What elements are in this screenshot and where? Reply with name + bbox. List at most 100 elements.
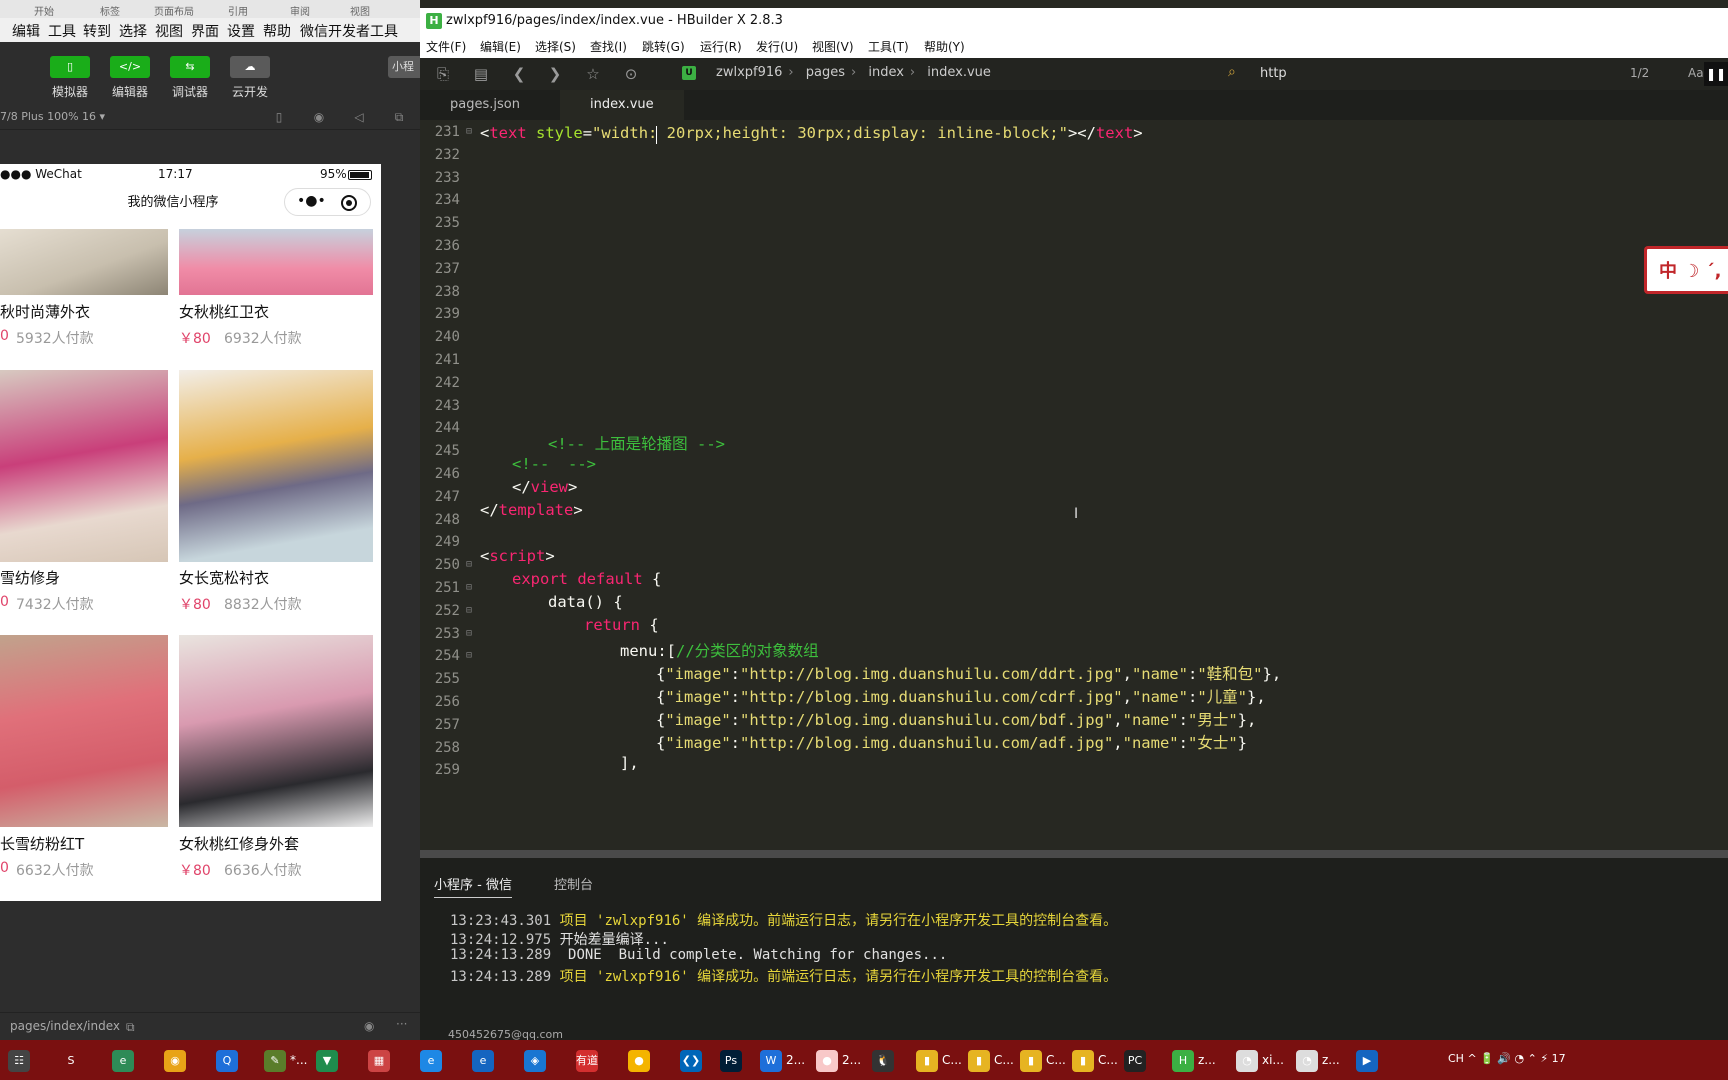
phone-icon[interactable]: ▯ xyxy=(272,110,286,124)
more-icon[interactable]: •●• xyxy=(297,193,326,209)
taskbar-app-button[interactable]: ❮❯ xyxy=(680,1046,706,1074)
ribbon-tab[interactable]: 标签 xyxy=(100,3,120,18)
breadcrumb-project[interactable]: zwlxpf916 xyxy=(716,65,782,80)
product-image[interactable] xyxy=(0,370,168,562)
menu-item-edit[interactable]: 编辑 xyxy=(12,21,40,41)
menu-item-goto[interactable]: 跳转(G) xyxy=(642,38,685,55)
taskbar-app-button[interactable]: ▼ xyxy=(316,1046,342,1074)
code-line[interactable]: </template> xyxy=(480,501,583,519)
code-line[interactable]: menu:[//分类区的对象数组 xyxy=(620,639,819,661)
debugger-tool[interactable]: ⇆ 调试器 xyxy=(160,56,220,102)
code-line[interactable]: <text style="width: 20rpx;height: 30rpx;… xyxy=(480,124,1143,142)
eye-icon[interactable]: ◉ xyxy=(364,1019,374,1033)
breadcrumb-folder[interactable]: index xyxy=(868,65,904,80)
taskbar-app-button[interactable]: e xyxy=(420,1046,446,1074)
match-case-toggle[interactable]: Aa xyxy=(1688,66,1704,80)
fold-icon[interactable]: ⊟ xyxy=(466,628,476,639)
code-line-comment[interactable]: <!-- 上面是轮播图 --> xyxy=(548,432,725,454)
product-image[interactable] xyxy=(0,635,168,827)
taskbar-app-button[interactable]: Q xyxy=(216,1046,242,1074)
product-image[interactable] xyxy=(179,370,373,562)
menu-item-ui[interactable]: 界面 xyxy=(191,21,219,41)
code-line-menu-item[interactable]: {"image":"http://blog.img.duanshuilu.com… xyxy=(656,662,1281,684)
product-image[interactable] xyxy=(179,635,373,827)
taskbar-app-button[interactable]: PC xyxy=(1124,1046,1150,1074)
ribbon-tab[interactable]: 引用 xyxy=(228,3,248,18)
taskbar-app-button[interactable]: ✎ *... xyxy=(264,1046,307,1074)
device-selector[interactable]: 7/8 Plus 100% 16 ▾ xyxy=(0,110,105,123)
menu-item-select[interactable]: 选择(S) xyxy=(535,38,576,55)
menu-item-tools[interactable]: 工具(T) xyxy=(868,38,909,55)
menu-item-run[interactable]: 运行(R) xyxy=(700,38,742,55)
taskbar-app-button[interactable]: ▦ xyxy=(368,1046,394,1074)
taskbar-app-button[interactable]: ▮ C... xyxy=(968,1046,1014,1074)
simulator-tool[interactable]: ▯ 模拟器 xyxy=(40,56,100,102)
taskbar-app-button[interactable]: ◉ xyxy=(164,1046,190,1074)
code-line[interactable]: </view> xyxy=(512,478,577,496)
taskbar-app-button[interactable]: ● xyxy=(628,1046,654,1074)
menu-item-edit[interactable]: 编辑(E) xyxy=(480,38,521,55)
menu-capsule[interactable]: •●• xyxy=(284,188,371,216)
code-line[interactable]: ], xyxy=(620,754,639,772)
taskbar-app-button[interactable]: Ps xyxy=(720,1046,746,1074)
tab-console[interactable]: 控制台 xyxy=(554,874,593,893)
menu-item-help[interactable]: 帮助(Y) xyxy=(924,38,965,55)
taskbar-app-button[interactable]: 🐧 xyxy=(872,1046,898,1074)
product-image[interactable] xyxy=(179,229,373,295)
code-line[interactable]: return { xyxy=(584,616,659,634)
taskbar-app-button[interactable]: S xyxy=(60,1046,86,1074)
back-icon[interactable]: ❮ xyxy=(510,65,528,83)
taskbar-app-button[interactable]: ◔ z... xyxy=(1296,1046,1340,1074)
code-line-menu-item[interactable]: {"image":"http://blog.img.duanshuilu.com… xyxy=(656,685,1266,707)
run-icon[interactable]: ⊙ xyxy=(622,65,640,83)
close-circle-icon[interactable] xyxy=(341,195,357,211)
code-line-menu-item[interactable]: {"image":"http://blog.img.duanshuilu.com… xyxy=(656,708,1256,730)
new-file-icon[interactable]: ⎘ xyxy=(434,65,452,83)
code-line[interactable]: data() { xyxy=(548,593,623,611)
code-line-menu-item[interactable]: {"image":"http://blog.img.duanshuilu.com… xyxy=(656,731,1247,753)
cloud-dev-tool[interactable]: ☁ 云开发 xyxy=(220,56,280,102)
search-input[interactable] xyxy=(1260,66,1540,81)
save-icon[interactable]: ▤ xyxy=(472,65,490,83)
code-line[interactable]: export default { xyxy=(512,570,661,588)
fold-icon[interactable]: ⊟ xyxy=(466,605,476,616)
editor-tool[interactable]: </> 编辑器 xyxy=(100,56,160,102)
taskbar-app-button[interactable]: ▶ xyxy=(1356,1046,1382,1074)
ribbon-tab[interactable]: 审阅 xyxy=(290,3,310,18)
ime-seal-icon[interactable]: 中 ☽ ˊ, xyxy=(1644,246,1728,294)
taskbar-app-button[interactable]: ▮ C... xyxy=(916,1046,962,1074)
forward-icon[interactable]: ❯ xyxy=(546,65,564,83)
pause-icon[interactable]: ❚❚ xyxy=(1704,62,1728,86)
menu-item-help[interactable]: 帮助 xyxy=(263,21,291,41)
menu-item-publish[interactable]: 发行(U) xyxy=(756,38,798,55)
taskbar-app-button[interactable]: ◔ xi... xyxy=(1236,1046,1284,1074)
menu-item-select[interactable]: 选择 xyxy=(119,21,147,41)
volume-icon[interactable]: ◁ xyxy=(352,110,366,124)
taskbar-app-button[interactable]: Hz... xyxy=(1172,1046,1216,1074)
window-icon[interactable]: ⧉ xyxy=(392,110,406,124)
taskbar-app-button[interactable]: ▮ C... xyxy=(1020,1046,1066,1074)
tab-pages-json[interactable]: pages.json xyxy=(420,90,550,120)
taskbar-app-button[interactable]: ▮ C... xyxy=(1072,1046,1118,1074)
more-icon[interactable]: ··· xyxy=(396,1017,407,1031)
taskbar-app-button[interactable]: e xyxy=(112,1046,138,1074)
taskbar-app-button[interactable]: ● 2... xyxy=(816,1046,861,1074)
code-line-comment[interactable]: <!-- --> xyxy=(512,455,596,473)
ribbon-tab[interactable]: 视图 xyxy=(350,3,370,18)
menu-item-tools[interactable]: 工具 xyxy=(48,21,76,41)
breadcrumb-file[interactable]: index.vue xyxy=(927,65,991,80)
tab-index-vue[interactable]: index.vue xyxy=(560,90,684,120)
product-image[interactable] xyxy=(0,229,168,295)
fold-icon[interactable]: ⊟ xyxy=(466,126,476,137)
copy-icon[interactable]: ⧉ xyxy=(126,1020,135,1035)
menu-item-devtools[interactable]: 微信开发者工具 xyxy=(300,21,398,41)
taskbar-app-button[interactable]: e xyxy=(472,1046,498,1074)
taskbar-app-button[interactable]: ☷ xyxy=(8,1046,34,1074)
page-path[interactable]: pages/index/index xyxy=(10,1019,120,1033)
tab-mini-program-wechat[interactable]: 小程序 - 微信 xyxy=(434,874,512,898)
ribbon-tab[interactable]: 页面布局 xyxy=(154,3,194,18)
fold-icon[interactable]: ⊟ xyxy=(466,582,476,593)
menu-item-view[interactable]: 视图(V) xyxy=(812,38,854,55)
menu-item-goto[interactable]: 转到 xyxy=(83,21,111,41)
ribbon-tab[interactable]: 开始 xyxy=(34,3,54,18)
